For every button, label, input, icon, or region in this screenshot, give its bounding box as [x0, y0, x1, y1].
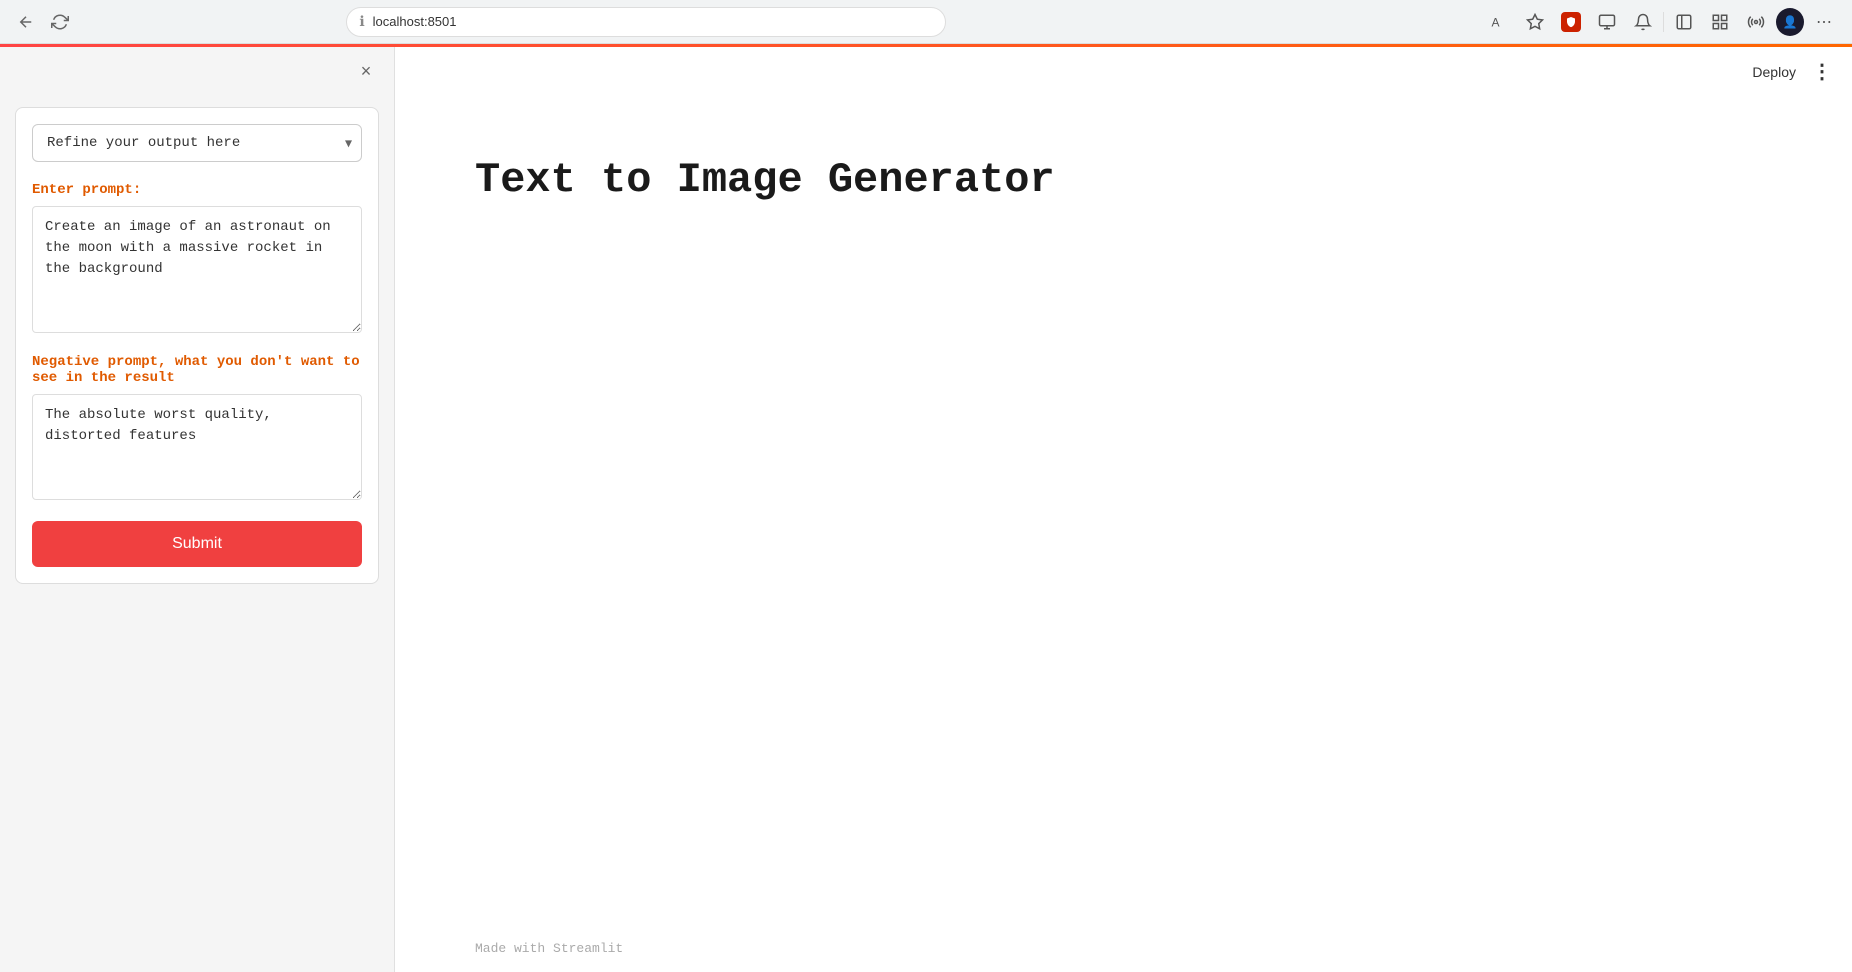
footer-brand: Streamlit — [553, 941, 623, 956]
submit-button[interactable]: Submit — [32, 521, 362, 567]
output-select[interactable]: Refine your output here — [32, 124, 362, 162]
sidebar-button[interactable] — [1668, 6, 1700, 38]
main-footer: Made with Streamlit — [395, 924, 1852, 972]
deploy-button[interactable]: Deploy — [1752, 64, 1796, 80]
main-header: Deploy ⋮ — [395, 47, 1852, 96]
network-button[interactable] — [1740, 6, 1772, 38]
shield-icon — [1561, 12, 1581, 32]
bookmark-button[interactable] — [1519, 6, 1551, 38]
svg-text:A: A — [1491, 15, 1499, 29]
info-icon: ℹ — [359, 13, 364, 30]
prompt-label: Enter prompt: — [32, 182, 362, 198]
negative-prompt-textarea[interactable] — [32, 394, 362, 500]
monitor-button[interactable] — [1591, 6, 1623, 38]
font-button[interactable]: A — [1483, 6, 1515, 38]
browser-nav — [12, 8, 74, 36]
bell-button[interactable] — [1627, 6, 1659, 38]
prompt-textarea[interactable] — [32, 206, 362, 333]
reload-button[interactable] — [46, 8, 74, 36]
more-menu-button[interactable]: ⋮ — [1812, 59, 1832, 84]
divider — [1663, 12, 1664, 32]
negative-prompt-label: Negative prompt, what you don't want to … — [32, 354, 362, 386]
grid-button[interactable] — [1704, 6, 1736, 38]
url-text: localhost:8501 — [373, 14, 457, 29]
app-container: × Refine your output here ▾ Enter prompt… — [0, 47, 1852, 972]
more-extensions-button[interactable]: ⋯ — [1808, 6, 1840, 38]
address-bar[interactable]: ℹ localhost:8501 — [346, 7, 946, 37]
shield-extension-button[interactable] — [1555, 6, 1587, 38]
footer-text: Made with — [475, 941, 553, 956]
page-title: Text to Image Generator — [475, 156, 1055, 204]
select-container: Refine your output here ▾ — [32, 124, 362, 162]
main-body: Text to Image Generator — [395, 96, 1852, 924]
sidebar-close-button[interactable]: × — [354, 59, 378, 83]
sidebar: × Refine your output here ▾ Enter prompt… — [0, 47, 395, 972]
browser-chrome: ℹ localhost:8501 A — [0, 0, 1852, 44]
back-button[interactable] — [12, 8, 40, 36]
main-content: Deploy ⋮ Text to Image Generator Made wi… — [395, 47, 1852, 972]
sidebar-content: Refine your output here ▾ Enter prompt: … — [15, 107, 379, 584]
browser-actions: A — [1483, 6, 1840, 38]
avatar[interactable]: 👤 — [1776, 8, 1804, 36]
sidebar-panel: Refine your output here ▾ Enter prompt: … — [15, 107, 379, 584]
